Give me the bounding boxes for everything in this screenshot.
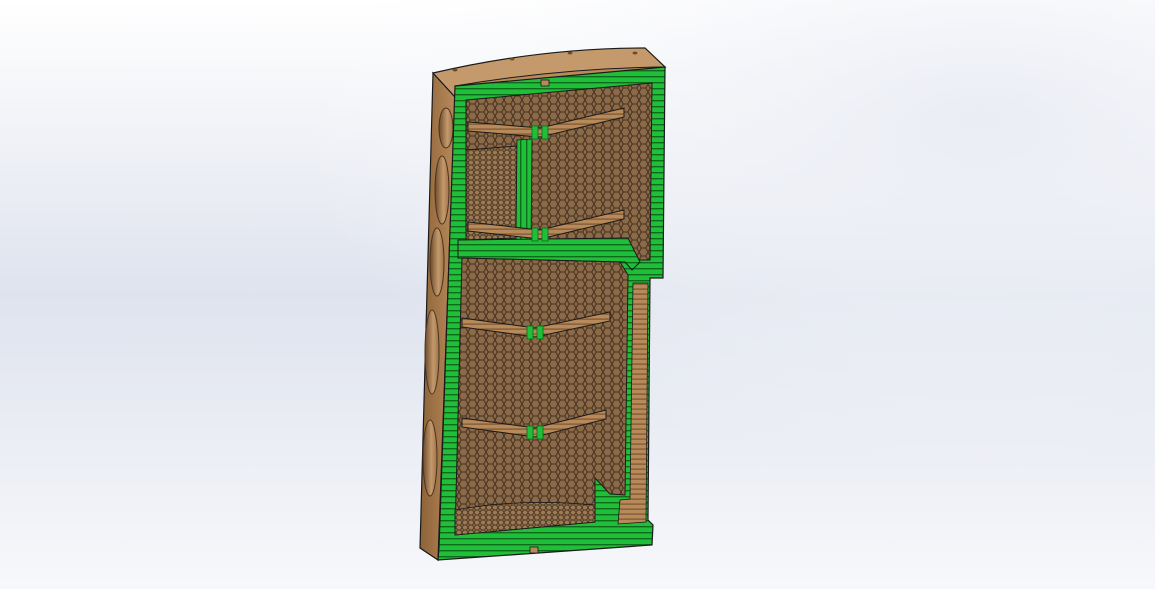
upper-divider-wall bbox=[515, 138, 533, 241]
shelf-connector bbox=[531, 125, 539, 140]
driver-recess bbox=[422, 419, 438, 497]
shelf-connector bbox=[526, 325, 534, 340]
shelf-connector bbox=[541, 125, 549, 140]
shelf-connector bbox=[536, 425, 544, 440]
driver-recess bbox=[424, 309, 440, 395]
driver-recess bbox=[434, 155, 450, 225]
top-notch bbox=[540, 79, 550, 87]
bottom-notch bbox=[529, 546, 539, 554]
shelf-connector bbox=[531, 227, 539, 242]
driver-recess bbox=[438, 107, 454, 149]
shelf-connector bbox=[541, 227, 549, 242]
shelf-connector bbox=[536, 325, 544, 340]
driver-recess bbox=[429, 227, 445, 297]
shelf-connector bbox=[526, 425, 534, 440]
cad-viewport[interactable] bbox=[0, 0, 1155, 589]
speaker-enclosure-cross-section-model[interactable] bbox=[0, 0, 1155, 589]
